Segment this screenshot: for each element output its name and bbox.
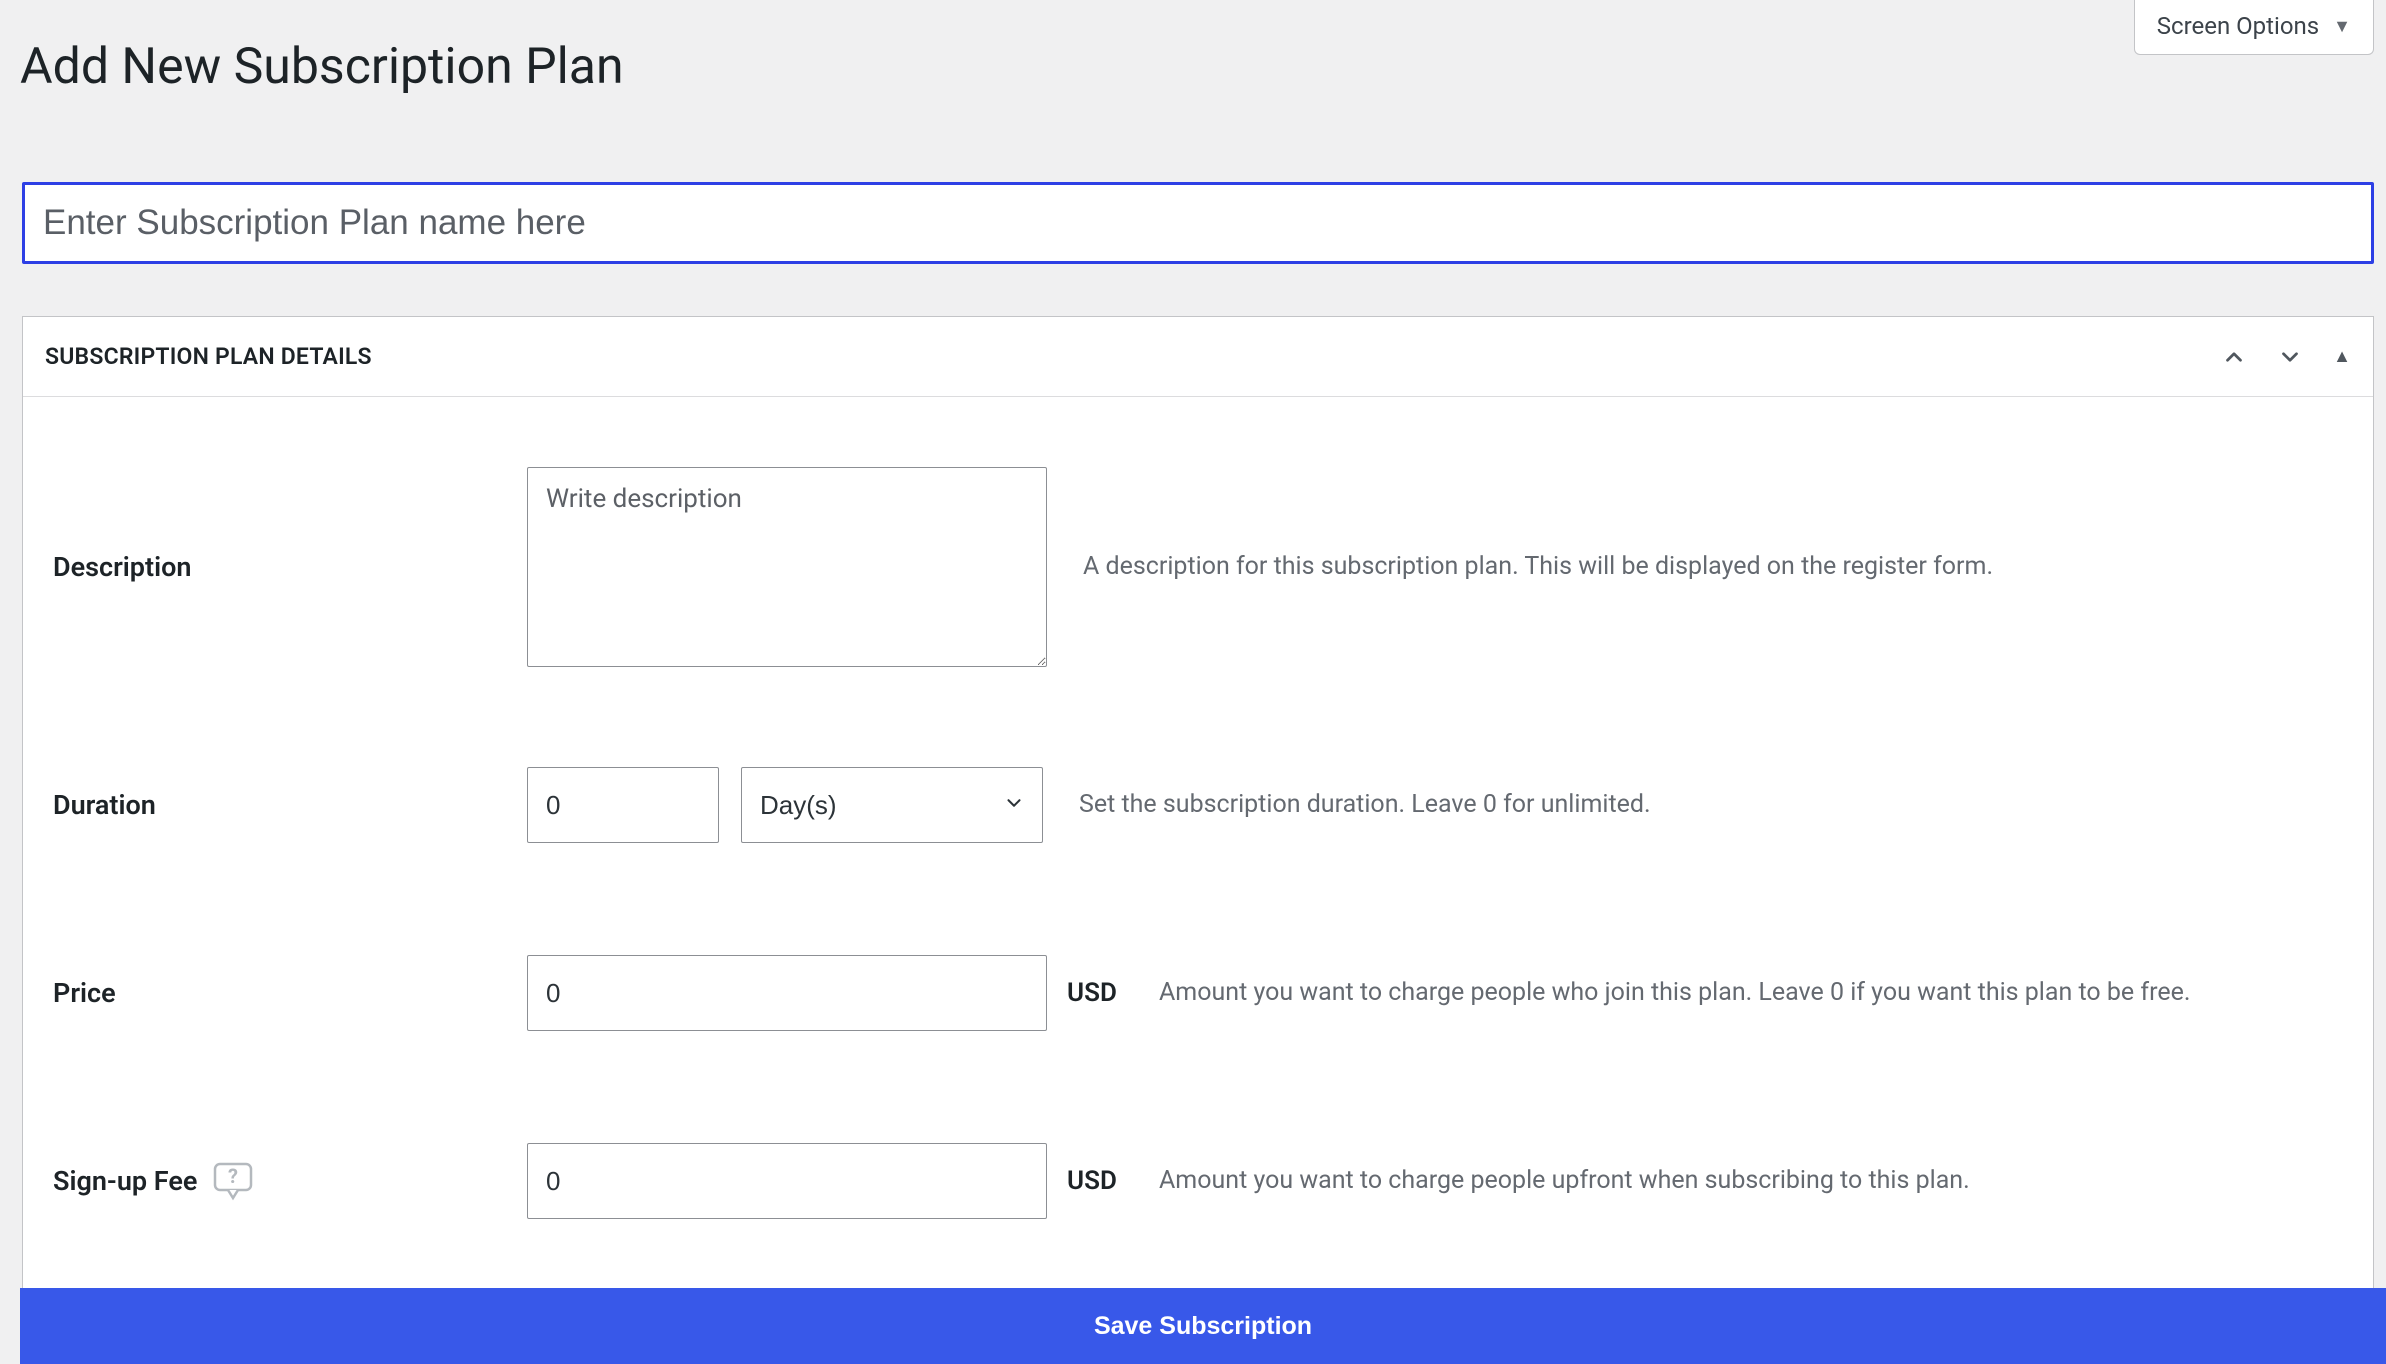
duration-help: Set the subscription duration. Leave 0 f… [1043,787,2357,823]
description-row: Description A description for this subsc… [39,467,2357,667]
page-title: Add New Subscription Plan [20,38,624,96]
price-row: Price USD Amount you want to charge peop… [39,955,2357,1031]
description-label-col: Description [39,551,527,583]
duration-unit-select[interactable]: Day(s) [741,767,1043,843]
signup-fee-controls [527,1143,1047,1219]
description-label: Description [53,551,191,583]
signup-fee-currency: USD [1047,1166,1123,1196]
price-controls [527,955,1047,1031]
screen-options-label: Screen Options [2157,12,2319,40]
duration-controls: Day(s) [527,767,1043,843]
form-body: Description A description for this subsc… [23,397,2373,1364]
price-label: Price [53,977,116,1009]
svg-text:?: ? [228,1164,238,1188]
save-button-label: Save Subscription [1094,1312,1312,1341]
screen-options-toggle[interactable]: Screen Options ▼ [2134,0,2374,55]
duration-input[interactable] [527,767,719,843]
subscription-details-metabox: SUBSCRIPTION PLAN DETAILS ▲ Description … [22,316,2374,1364]
plan-name-input[interactable] [22,182,2374,264]
triangle-up-icon[interactable]: ▲ [2333,346,2351,367]
signup-fee-help: Amount you want to charge people upfront… [1123,1163,2357,1199]
metabox-title: SUBSCRIPTION PLAN DETAILS [45,343,372,370]
description-help: A description for this subscription plan… [1047,549,2357,585]
save-subscription-button[interactable]: Save Subscription [20,1288,2386,1364]
price-currency: USD [1047,978,1123,1008]
signup-fee-row: Sign-up Fee ? USD Amount you want to cha… [39,1143,2357,1219]
price-help: Amount you want to charge people who joi… [1123,975,2357,1011]
duration-unit-select-wrap: Day(s) [741,767,1043,843]
title-input-wrap [22,182,2374,264]
metabox-header: SUBSCRIPTION PLAN DETAILS ▲ [23,317,2373,397]
duration-row: Duration Day(s) Set the subscription dur… [39,767,2357,843]
price-label-col: Price [39,977,527,1009]
duration-label-col: Duration [39,789,527,821]
help-tooltip-icon[interactable]: ? [211,1161,255,1201]
chevron-down-icon[interactable] [2277,344,2303,370]
duration-label: Duration [53,789,156,821]
description-controls [527,467,1047,667]
caret-down-icon: ▼ [2333,16,2351,37]
signup-fee-input[interactable] [527,1143,1047,1219]
signup-fee-label: Sign-up Fee [53,1165,197,1197]
metabox-controls: ▲ [2221,344,2351,370]
description-textarea[interactable] [527,467,1047,667]
signup-fee-label-col: Sign-up Fee ? [39,1161,527,1201]
price-input[interactable] [527,955,1047,1031]
chevron-up-icon[interactable] [2221,344,2247,370]
